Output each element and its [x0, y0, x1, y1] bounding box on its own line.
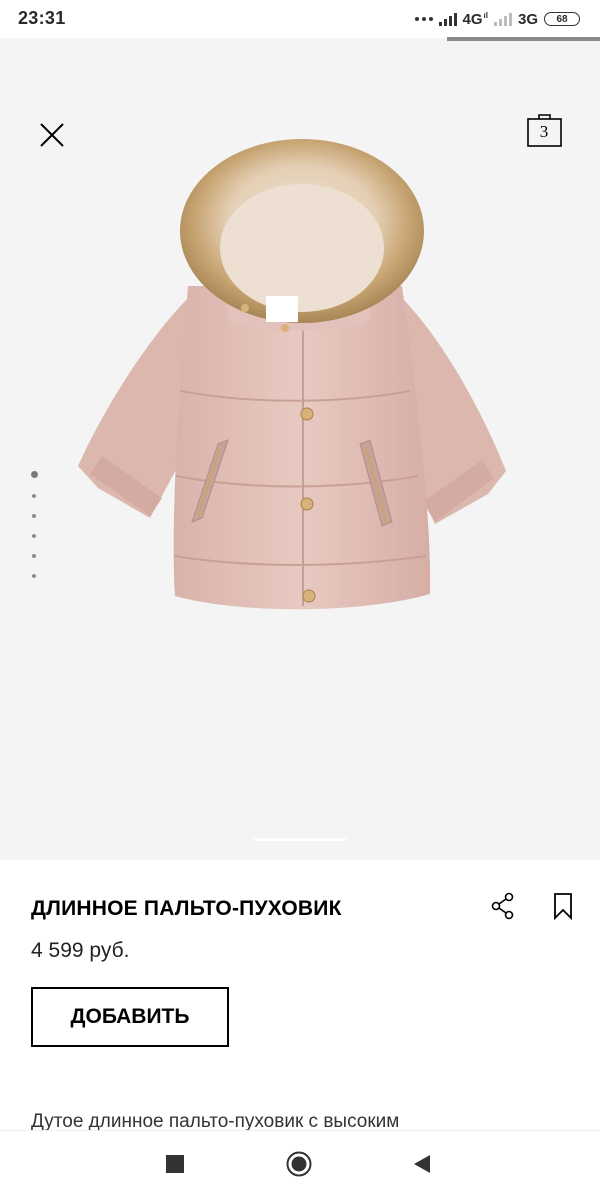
product-title: ДЛИННОЕ ПАЛЬТО-ПУХОВИК: [31, 897, 342, 920]
scroll-handle[interactable]: [254, 838, 346, 841]
status-indicators: 4Gıl 3G 68: [414, 9, 580, 29]
battery-icon: 68: [544, 12, 580, 26]
home-circle-icon[interactable]: [286, 1151, 312, 1177]
product-image-gallery[interactable]: 3: [0, 41, 600, 860]
signal-strength-icon: [438, 12, 457, 26]
pager-dot[interactable]: [32, 534, 36, 538]
pager-dot[interactable]: [32, 514, 36, 518]
bag-count: 3: [539, 122, 549, 141]
network-type-label: 4Gıl: [462, 10, 488, 28]
pager-dot[interactable]: [32, 574, 36, 578]
system-navigation-bar: [0, 1130, 600, 1199]
close-icon[interactable]: [36, 119, 68, 151]
back-triangle-icon[interactable]: [412, 1153, 432, 1175]
gallery-pager[interactable]: [28, 471, 40, 594]
add-to-cart-button[interactable]: ДОБАВИТЬ: [31, 987, 229, 1047]
product-info-panel: ДЛИННОЕ ПАЛЬТО-ПУХОВИК 4 599 руб. ДОБАВИ…: [0, 860, 600, 1130]
pink-puffer-coat-image: [78, 139, 506, 610]
square-icon[interactable]: [166, 1155, 184, 1173]
status-bar: 23:31 4Gıl 3G 68: [0, 0, 600, 38]
bookmark-icon[interactable]: [551, 892, 575, 920]
pager-dot[interactable]: [32, 554, 36, 558]
signal-strength-weak-icon: [493, 12, 512, 26]
share-icon[interactable]: [490, 892, 516, 920]
network-type-label-2: 3G: [517, 10, 538, 28]
more-dots-icon: [414, 17, 433, 21]
product-price: 4 599 руб.: [31, 939, 130, 962]
shopping-bag-button[interactable]: 3: [526, 111, 564, 149]
pager-dot[interactable]: [32, 494, 36, 498]
product-description: Дутое длинное пальто-пуховик с высоким: [31, 1111, 400, 1130]
status-time: 23:31: [18, 8, 66, 28]
pager-dot[interactable]: [30, 471, 38, 478]
